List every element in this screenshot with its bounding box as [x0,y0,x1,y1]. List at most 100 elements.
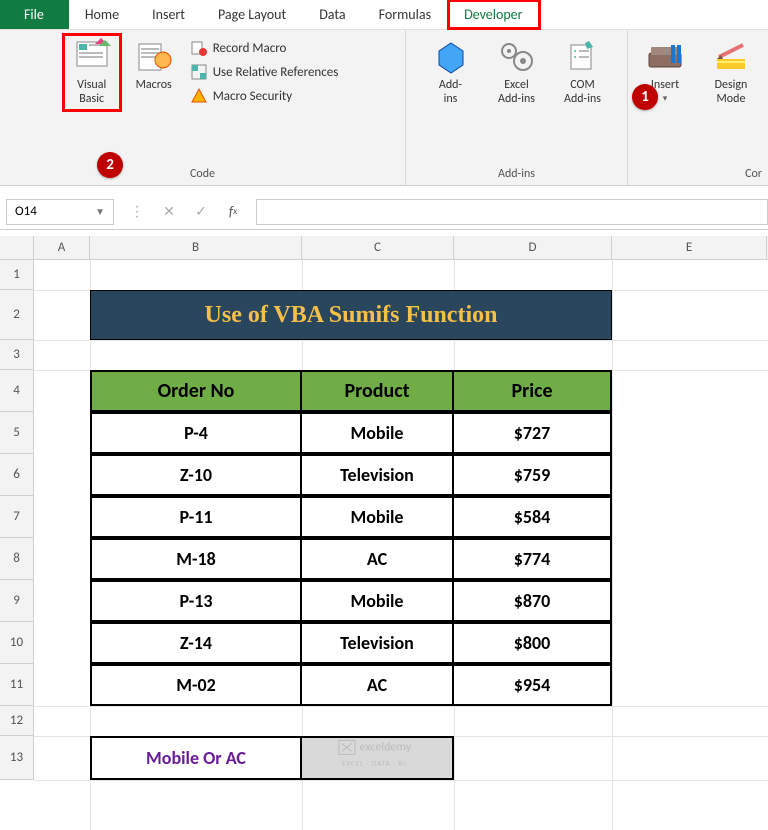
name-box-dropdown-icon[interactable]: ▼ [95,205,105,218]
visual-basic-icon [73,38,111,76]
addins-label: Add- ins [439,78,462,107]
addins-button[interactable]: Add- ins [422,34,480,111]
table-cell[interactable]: $774 [452,538,612,580]
table-cell[interactable]: $870 [452,580,612,622]
name-box[interactable]: O14 ▼ [6,199,114,225]
table-header-order[interactable]: Order No [90,370,302,412]
table-cell[interactable]: Z-14 [90,622,302,664]
table-cell[interactable]: AC [300,538,454,580]
cells-area[interactable]: Use of VBA Sumifs Function Order No Prod… [34,260,768,830]
design-mode-label: Design Mode [715,78,748,107]
cancel-formula-button[interactable]: ✕ [158,201,180,223]
table-cell[interactable]: Television [300,622,454,664]
table-cell[interactable]: $800 [452,622,612,664]
row-headers: 1 2 3 4 5 6 7 8 9 10 11 12 13 [0,260,34,780]
chevron-down-icon: ▾ [663,94,668,105]
row-header-9[interactable]: 9 [0,580,33,622]
macro-security-button[interactable]: Macro Security [187,86,343,106]
record-macro-label: Record Macro [213,41,287,56]
row-header-8[interactable]: 8 [0,538,33,580]
ribbon-group-addins: Add- ins Excel Add-ins COM Add-ins Add-i… [406,30,628,185]
col-header-c[interactable]: C [302,236,454,259]
table-cell[interactable]: P-4 [90,412,302,454]
table-cell[interactable]: Television [300,454,454,496]
table-cell[interactable]: Mobile [300,580,454,622]
tab-page-layout[interactable]: Page Layout [202,0,303,29]
design-mode-button[interactable]: Design Mode [702,34,760,111]
tab-insert[interactable]: Insert [136,0,202,29]
row-header-12[interactable]: 12 [0,706,33,736]
formula-separator-icon: ⋮ [126,201,148,223]
design-mode-icon [712,38,750,76]
tab-data[interactable]: Data [303,0,362,29]
table-cell[interactable]: $954 [452,664,612,706]
macros-button[interactable]: Macros [125,34,183,96]
column-headers: A B C D E [34,236,768,260]
insert-control-icon [646,38,684,76]
table-cell[interactable]: P-11 [90,496,302,538]
formula-bar: O14 ▼ ⋮ ✕ ✓ fx [0,194,768,230]
addins-icon [432,38,470,76]
addins-group-label: Add-ins [412,167,621,185]
row-header-2[interactable]: 2 [0,290,33,340]
visual-basic-label: Visual Basic [77,78,106,107]
fx-icon[interactable]: fx [222,201,244,223]
table-cell[interactable]: $727 [452,412,612,454]
com-addins-label: COM Add-ins [564,78,601,107]
menu-tabs: File Home Insert Page Layout Data Formul… [0,0,768,30]
record-macro-icon [191,40,207,56]
macro-security-icon [191,88,207,104]
relative-refs-icon [191,64,207,80]
tab-home[interactable]: Home [69,0,136,29]
excel-addins-icon [498,38,536,76]
filter-result-cell[interactable] [300,736,454,780]
sheet-title[interactable]: Use of VBA Sumifs Function [90,290,612,340]
table-cell[interactable]: M-02 [90,664,302,706]
tab-formulas[interactable]: Formulas [363,0,448,29]
table-cell[interactable]: P-13 [90,580,302,622]
row-header-13[interactable]: 13 [0,736,33,780]
enter-formula-button[interactable]: ✓ [190,201,212,223]
select-all-corner[interactable] [0,236,34,260]
use-relative-refs-label: Use Relative References [213,65,339,80]
row-header-6[interactable]: 6 [0,454,33,496]
filter-label-cell[interactable]: Mobile Or AC [90,736,302,780]
table-cell[interactable]: Mobile [300,412,454,454]
row-header-3[interactable]: 3 [0,340,33,370]
macros-label: Macros [136,78,172,92]
callout-1: 1 [632,84,658,110]
code-group-label: Code [6,167,399,185]
row-header-4[interactable]: 4 [0,370,33,412]
row-header-10[interactable]: 10 [0,622,33,664]
table-cell[interactable]: Z-10 [90,454,302,496]
row-header-5[interactable]: 5 [0,412,33,454]
row-header-1[interactable]: 1 [0,260,33,290]
record-macro-button[interactable]: Record Macro [187,38,343,58]
use-relative-refs-button[interactable]: Use Relative References [187,62,343,82]
tab-file[interactable]: File [0,0,69,29]
col-header-d[interactable]: D [454,236,612,259]
col-header-a[interactable]: A [34,236,90,259]
table-cell[interactable]: $759 [452,454,612,496]
table-cell[interactable]: $584 [452,496,612,538]
table-header-product[interactable]: Product [300,370,454,412]
table-cell[interactable]: M-18 [90,538,302,580]
table-cell[interactable]: AC [300,664,454,706]
col-header-e[interactable]: E [612,236,767,259]
formula-input[interactable] [256,199,768,225]
tab-developer[interactable]: Developer [448,0,539,29]
visual-basic-button[interactable]: Visual Basic [63,34,121,111]
table-header-price[interactable]: Price [452,370,612,412]
macros-icon [135,38,173,76]
excel-addins-button[interactable]: Excel Add-ins [488,34,546,111]
ribbon-group-code: Visual Basic Macros Record Macro Use Rel… [0,30,406,185]
worksheet-grid: A B C D E 1 2 3 4 5 6 7 8 9 10 11 12 13 … [0,236,768,830]
col-header-b[interactable]: B [90,236,302,259]
callout-2: 2 [97,152,123,178]
name-box-value: O14 [15,204,37,219]
row-header-11[interactable]: 11 [0,664,33,706]
com-addins-icon [564,38,602,76]
row-header-7[interactable]: 7 [0,496,33,538]
table-cell[interactable]: Mobile [300,496,454,538]
com-addins-button[interactable]: COM Add-ins [554,34,612,111]
